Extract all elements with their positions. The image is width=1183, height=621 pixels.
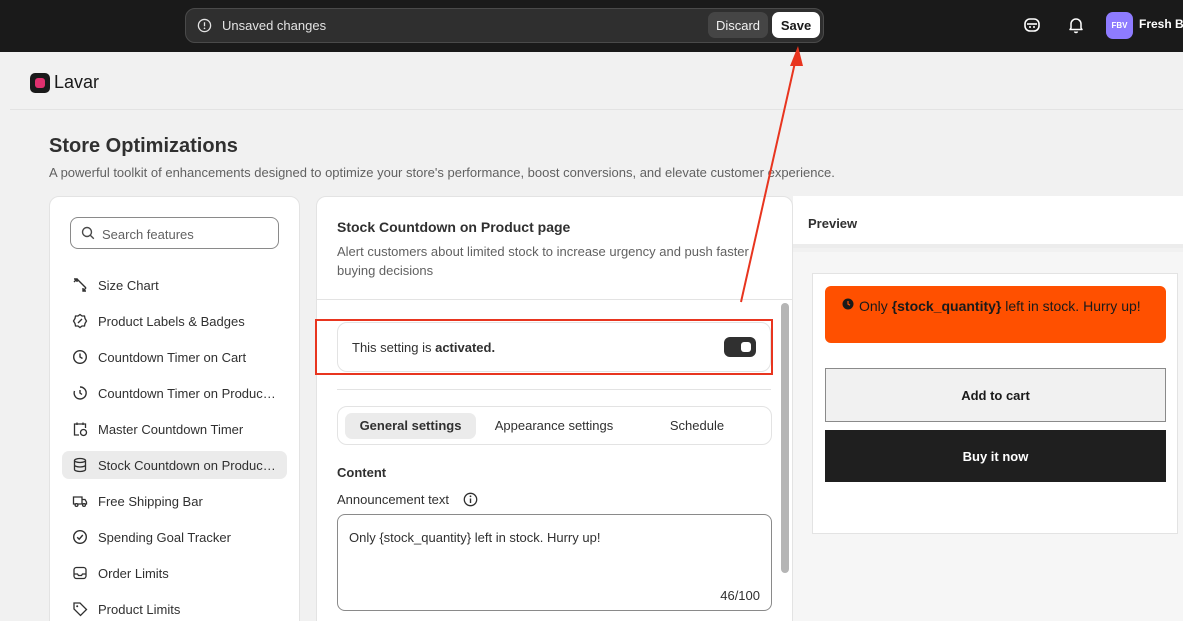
sidebar-item-product-labels[interactable]: Product Labels & Badges	[62, 307, 287, 335]
tag-icon	[73, 602, 88, 617]
tab-schedule[interactable]: Schedule	[632, 413, 762, 439]
unsaved-message: Unsaved changes	[222, 18, 327, 33]
sidebar-item-label: Free Shipping Bar	[98, 494, 203, 509]
sidebar-item-size-chart[interactable]: Size Chart	[62, 271, 287, 299]
page-title: Store Optimizations	[49, 135, 238, 157]
banner-suffix: left in stock. Hurry up!	[1001, 298, 1141, 314]
divider	[337, 389, 771, 390]
tab-appearance-settings[interactable]: Appearance settings	[482, 413, 626, 439]
sidebar-item-label: Countdown Timer on Cart	[98, 350, 247, 365]
search-icon	[81, 226, 95, 240]
settings-title: Stock Countdown on Product page	[337, 219, 571, 235]
banner-variable: {stock_quantity}	[891, 298, 1002, 314]
app-name: Lavar	[54, 72, 100, 92]
banner-text: Only {stock_quantity} left in stock. Hur…	[859, 296, 1149, 317]
app-logo-icon	[30, 73, 50, 93]
features-sidebar	[49, 196, 300, 621]
sidebar-item-countdown-cart[interactable]: Countdown Timer on Cart	[62, 343, 287, 371]
inbox-icon	[73, 566, 87, 580]
sidebar-item-free-shipping[interactable]: Free Shipping Bar	[62, 487, 287, 515]
sidekick-icon[interactable]	[1023, 16, 1041, 34]
announcement-textarea[interactable]: Only {stock_quantity} left in stock. Hur…	[337, 514, 772, 611]
database-icon	[73, 457, 87, 473]
clock-icon	[72, 349, 88, 365]
badge-icon	[72, 313, 88, 329]
sidebar-item-order-limits[interactable]: Order Limits	[62, 559, 287, 587]
preview-title: Preview	[808, 216, 858, 231]
settings-description: Alert customers about limited stock to i…	[337, 244, 749, 278]
search-input[interactable]	[102, 224, 272, 244]
clock-icon	[842, 298, 854, 310]
store-avatar[interactable]: FBV	[1106, 12, 1133, 39]
discard-button[interactable]: Discard	[708, 12, 768, 38]
sidebar-item-label: Stock Countdown on Product page	[98, 458, 278, 473]
calendar-clock-icon	[73, 422, 88, 437]
character-count: 46/100	[720, 588, 760, 603]
sidebar-item-stock-countdown[interactable]: Stock Countdown on Product page	[62, 451, 287, 479]
sidebar-item-master-countdown[interactable]: Master Countdown Timer	[62, 415, 287, 443]
page-subtitle: A powerful toolkit of enhancements desig…	[49, 165, 835, 180]
tab-general-settings[interactable]: General settings	[345, 413, 476, 439]
scrollbar[interactable]	[781, 303, 789, 573]
truck-icon	[72, 496, 88, 508]
stock-countdown-banner: Only {stock_quantity} left in stock. Hur…	[825, 286, 1166, 343]
add-to-cart-button[interactable]: Add to cart	[825, 368, 1166, 422]
sidebar-item-label: Order Limits	[98, 566, 169, 581]
sidebar-item-countdown-product[interactable]: Countdown Timer on Product page	[62, 379, 287, 407]
buy-now-button[interactable]: Buy it now	[825, 430, 1166, 482]
save-button[interactable]: Save	[772, 12, 820, 38]
ruler-icon	[73, 278, 87, 292]
sidebar-item-label: Spending Goal Tracker	[98, 530, 231, 545]
highlight-box	[315, 319, 773, 375]
sidebar-item-label: Product Labels & Badges	[98, 314, 245, 329]
announcement-label: Announcement text	[337, 492, 450, 507]
store-name[interactable]: Fresh Bl	[1139, 17, 1183, 31]
timer-icon	[73, 386, 87, 400]
sidebar-item-spending-goal[interactable]: Spending Goal Tracker	[62, 523, 287, 551]
sidebar-item-label: Size Chart	[98, 278, 159, 293]
app-header	[10, 52, 1183, 110]
alert-circle-icon	[197, 18, 212, 33]
sidebar-item-label: Product Limits	[98, 602, 181, 617]
check-circle-icon	[72, 529, 88, 545]
search-field[interactable]	[70, 217, 279, 249]
announcement-value: Only {stock_quantity} left in stock. Hur…	[349, 530, 601, 545]
divider	[317, 299, 792, 300]
bell-icon[interactable]	[1067, 16, 1085, 34]
info-icon[interactable]	[463, 492, 478, 507]
sidebar-item-label: Countdown Timer on Product page	[98, 386, 278, 401]
sidebar-item-label: Master Countdown Timer	[98, 422, 244, 437]
content-heading: Content	[337, 465, 387, 480]
sidebar-item-product-limits[interactable]: Product Limits	[62, 595, 287, 621]
banner-prefix: Only	[859, 298, 892, 314]
